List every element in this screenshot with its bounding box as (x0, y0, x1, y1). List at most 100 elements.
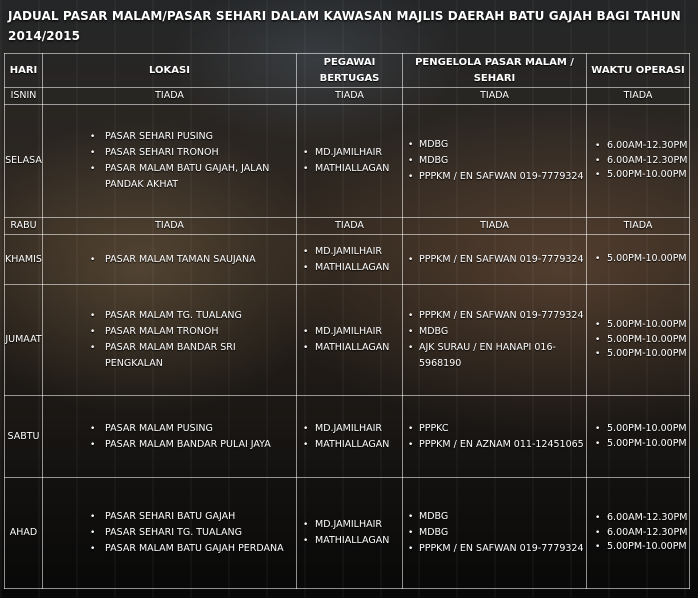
list-item: PPPKC (408, 421, 586, 437)
pengelola-list: MDBGMDBGPPPKM / EN SAFWAN 019-7779324 (403, 509, 586, 557)
list-item: PASAR SEHARI TG. TUALANG (90, 525, 296, 541)
list-item: 5.00PM-10.00PM (595, 252, 689, 267)
list-item: 6.00AM-12.30PM (595, 139, 689, 154)
list-item: MDBG (408, 324, 586, 340)
list-item: MDBG (408, 525, 586, 541)
cell-lokasi: TIADA (42, 87, 297, 105)
cell-waktu: 6.00AM-12.30PM6.00AM-12.30PM5.00PM-10.00… (586, 104, 690, 218)
pegawai-list: MD.JAMILHAIRMATHIALLAGAN (297, 145, 402, 177)
list-item: 5.00PM-10.00PM (595, 422, 689, 437)
list-item: PPPKM / EN SAFWAN 019-7779324 (408, 169, 586, 185)
lokasi-list: PASAR SEHARI BATU GAJAHPASAR SEHARI TG. … (43, 509, 296, 557)
list-item: PPPKM / EN SAFWAN 019-7779324 (408, 308, 586, 324)
header-lokasi: LOKASI (42, 53, 297, 88)
pengelola-list: PPPKM / EN SAFWAN 019-7779324MDBGAJK SUR… (403, 308, 586, 372)
list-item: MDBG (408, 137, 586, 153)
cell-hari: SABTU (4, 395, 43, 478)
cell-pegawai: MD.JAMILHAIRMATHIALLAGAN (296, 395, 403, 478)
cell-pegawai: MD.JAMILHAIRMATHIALLAGAN (296, 234, 403, 285)
pegawai-list: MD.JAMILHAIRMATHIALLAGAN (297, 324, 402, 356)
list-item: PPPKM / EN AZNAM 011-12451065 (408, 437, 586, 453)
waktu-list: 6.00AM-12.30PM6.00AM-12.30PM5.00PM-10.00… (587, 511, 689, 555)
list-item: PPPKM / EN SAFWAN 019-7779324 (408, 541, 586, 557)
list-item: 6.00AM-12.30PM (595, 511, 689, 526)
cell-pengelola: TIADA (402, 217, 587, 235)
table-row: RABU TIADA TIADA TIADA TIADA (4, 217, 690, 235)
table-row: KHAMISPASAR MALAM TAMAN SAUJANAMD.JAMILH… (4, 234, 690, 285)
list-item: 6.00AM-12.30PM (595, 526, 689, 541)
header-pegawai: PEGAWAI BERTUGAS (296, 53, 403, 88)
cell-lokasi: PASAR MALAM TAMAN SAUJANA (42, 234, 297, 285)
pegawai-list: MD.JAMILHAIRMATHIALLAGAN (297, 421, 402, 453)
list-item: PASAR MALAM TRONOH (90, 324, 296, 340)
cell-pengelola: PPPKCPPPKM / EN AZNAM 011-12451065 (402, 395, 587, 478)
cell-lokasi: PASAR MALAM TG. TUALANGPASAR MALAM TRONO… (42, 284, 297, 396)
cell-hari: RABU (4, 217, 43, 235)
list-item: MATHIALLAGAN (303, 161, 402, 177)
cell-lokasi: PASAR MALAM PUSINGPASAR MALAM BANDAR PUL… (42, 395, 297, 478)
list-item: 5.00PM-10.00PM (595, 347, 689, 362)
list-item: 5.00PM-10.00PM (595, 333, 689, 348)
table-row: SABTUPASAR MALAM PUSINGPASAR MALAM BANDA… (4, 395, 690, 478)
cell-waktu: 6.00AM-12.30PM6.00AM-12.30PM5.00PM-10.00… (586, 477, 690, 589)
cell-lokasi: TIADA (42, 217, 297, 235)
list-item: 5.00PM-10.00PM (595, 318, 689, 333)
waktu-list: 5.00PM-10.00PM5.00PM-10.00PM (587, 422, 689, 451)
header-hari: HARI (4, 53, 43, 88)
list-item: 5.00PM-10.00PM (595, 540, 689, 555)
cell-waktu: 5.00PM-10.00PM5.00PM-10.00PM (586, 395, 690, 478)
cell-pengelola: PPPKM / EN SAFWAN 019-7779324 (402, 234, 587, 285)
lokasi-list: PASAR MALAM TAMAN SAUJANA (43, 252, 296, 268)
list-item: PASAR MALAM PUSING (90, 421, 296, 437)
list-item: PASAR MALAM BATU GAJAH, JALAN PANDAK AKH… (90, 161, 296, 193)
cell-hari: KHAMIS (4, 234, 43, 285)
waktu-list: 5.00PM-10.00PM (587, 252, 689, 267)
table-header-row: HARI LOKASI PEGAWAI BERTUGAS PENGELOLA P… (4, 53, 690, 88)
list-item: PASAR MALAM BATU GAJAH PERDANA (90, 541, 296, 557)
cell-waktu: TIADA (586, 217, 690, 235)
cell-pegawai: TIADA (296, 217, 403, 235)
page-title: JADUAL PASAR MALAM/PASAR SEHARI DALAM KA… (8, 9, 681, 43)
cell-hari: ISNIN (4, 87, 43, 105)
table-body: ISNINTIADATIADATIADATIADASELASAPASAR SEH… (4, 87, 690, 589)
lokasi-list: PASAR MALAM PUSINGPASAR MALAM BANDAR PUL… (43, 421, 296, 453)
cell-pegawai: TIADA (296, 87, 403, 105)
cell-waktu: TIADA (586, 87, 690, 105)
cell-pengelola: PPPKM / EN SAFWAN 019-7779324MDBGAJK SUR… (402, 284, 587, 396)
list-item: 5.00PM-10.00PM (595, 437, 689, 452)
table-row: JUMAATPASAR MALAM TG. TUALANGPASAR MALAM… (4, 284, 690, 396)
list-item: MATHIALLAGAN (303, 437, 402, 453)
table-row: AHADPASAR SEHARI BATU GAJAHPASAR SEHARI … (4, 477, 690, 589)
list-item: PPPKM / EN SAFWAN 019-7779324 (408, 252, 586, 268)
list-item: PASAR MALAM BANDAR SRI PENGKALAN (90, 340, 296, 372)
schedule-table: HARI LOKASI PEGAWAI BERTUGAS PENGELOLA P… (4, 53, 690, 589)
list-item: MD.JAMILHAIR (303, 244, 402, 260)
waktu-list: 5.00PM-10.00PM5.00PM-10.00PM5.00PM-10.00… (587, 318, 689, 362)
cell-waktu: 5.00PM-10.00PM5.00PM-10.00PM5.00PM-10.00… (586, 284, 690, 396)
list-item: MATHIALLAGAN (303, 340, 402, 356)
cell-pengelola: MDBGMDBGPPPKM / EN SAFWAN 019-7779324 (402, 477, 587, 589)
header-waktu: WAKTU OPERASI (586, 53, 690, 88)
pegawai-list: MD.JAMILHAIRMATHIALLAGAN (297, 517, 402, 549)
list-item: PASAR MALAM TG. TUALANG (90, 308, 296, 324)
cell-pegawai: MD.JAMILHAIRMATHIALLAGAN (296, 284, 403, 396)
waktu-list: 6.00AM-12.30PM6.00AM-12.30PM5.00PM-10.00… (587, 139, 689, 183)
list-item: MD.JAMILHAIR (303, 517, 402, 533)
list-item: 6.00AM-12.30PM (595, 154, 689, 169)
list-item: MDBG (408, 153, 586, 169)
list-item: PASAR MALAM TAMAN SAUJANA (90, 252, 296, 268)
pengelola-list: PPPKM / EN SAFWAN 019-7779324 (403, 252, 586, 268)
cell-pengelola: MDBGMDBGPPPKM / EN SAFWAN 019-7779324 (402, 104, 587, 218)
list-item: MATHIALLAGAN (303, 260, 402, 276)
list-item: PASAR SEHARI TRONOH (90, 145, 296, 161)
list-item: MD.JAMILHAIR (303, 421, 402, 437)
lokasi-list: PASAR MALAM TG. TUALANGPASAR MALAM TRONO… (43, 308, 296, 372)
header-pengelola: PENGELOLA PASAR MALAM / SEHARI (402, 53, 587, 88)
list-item: MD.JAMILHAIR (303, 145, 402, 161)
table-row: ISNIN TIADA TIADA TIADA TIADA (4, 87, 690, 105)
list-item: PASAR SEHARI PUSING (90, 129, 296, 145)
cell-waktu: 5.00PM-10.00PM (586, 234, 690, 285)
table-row: SELASAPASAR SEHARI PUSINGPASAR SEHARI TR… (4, 104, 690, 218)
cell-pegawai: MD.JAMILHAIRMATHIALLAGAN (296, 477, 403, 589)
pegawai-list: MD.JAMILHAIRMATHIALLAGAN (297, 244, 402, 276)
